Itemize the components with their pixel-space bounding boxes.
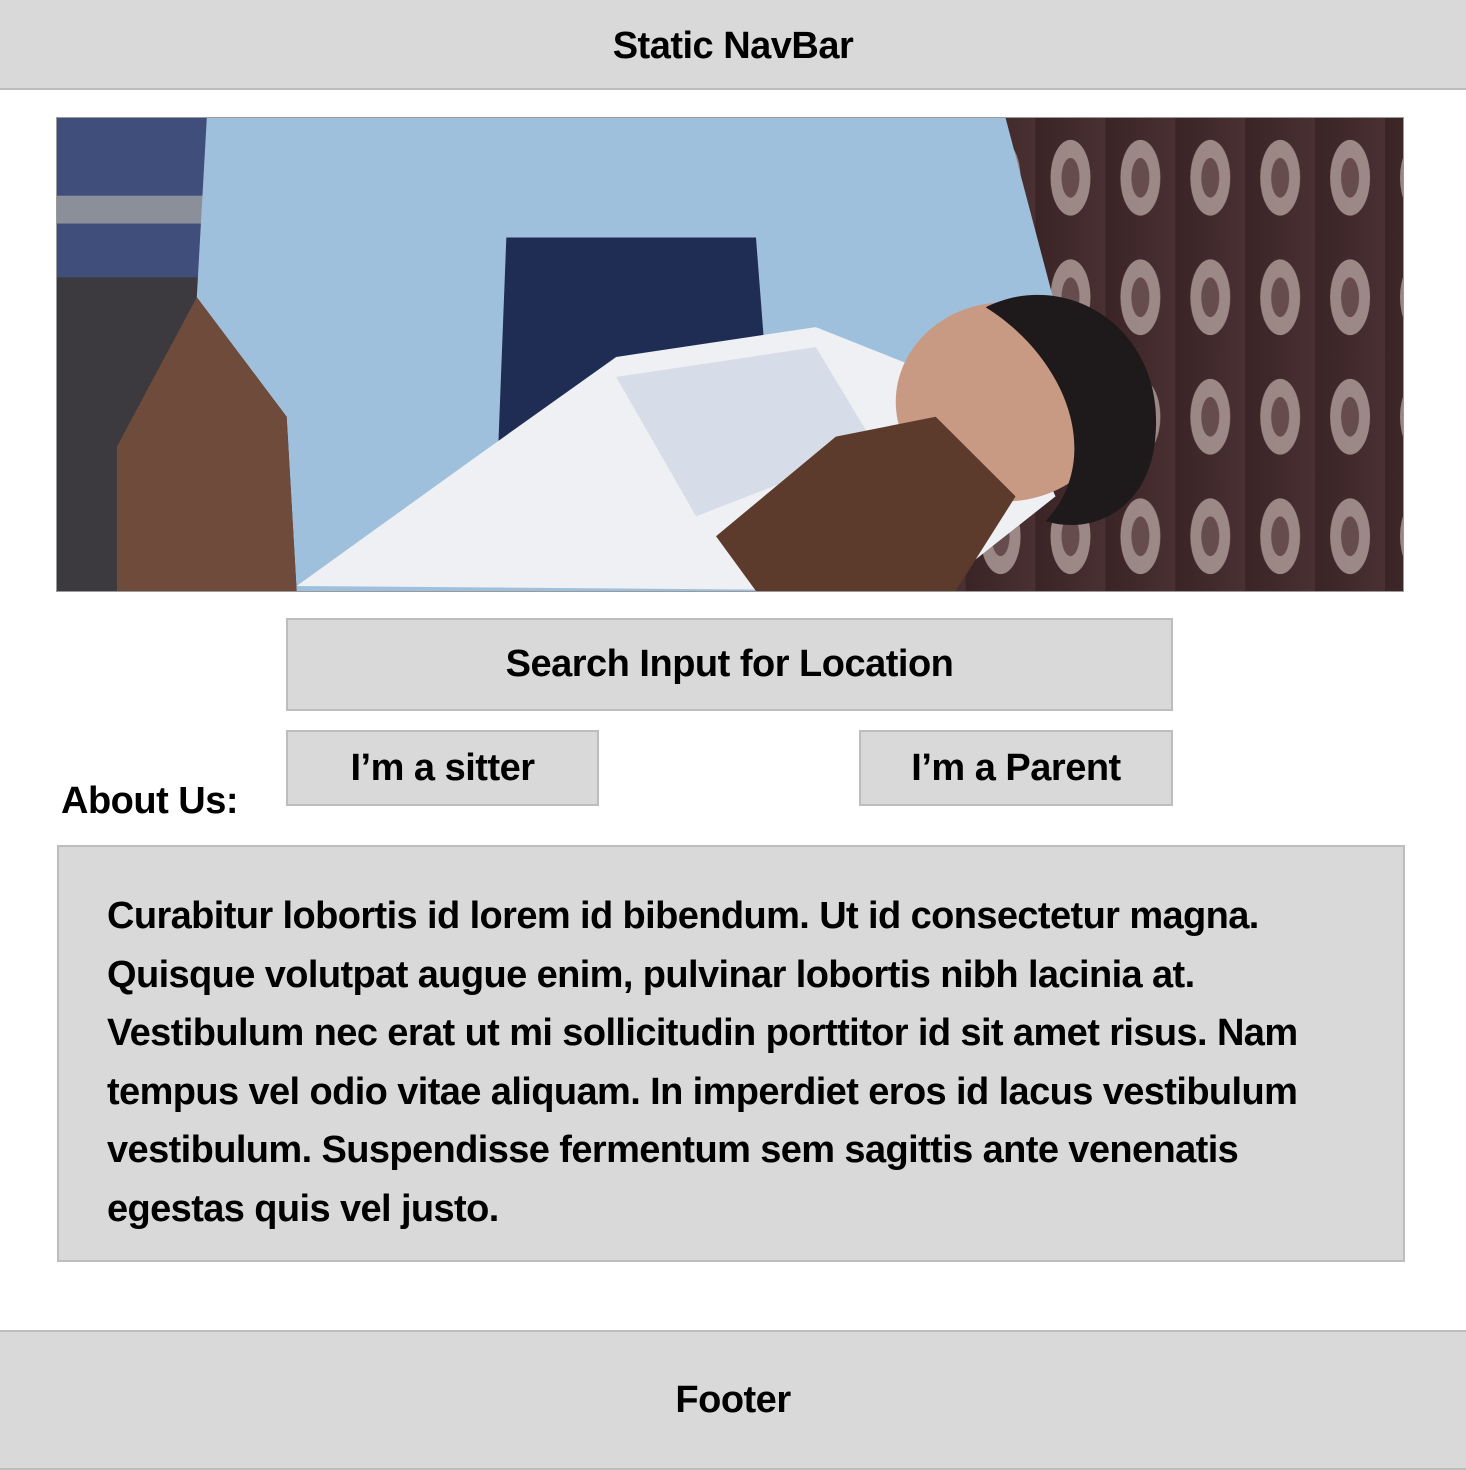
parent-button[interactable]: I’m a Parent (859, 730, 1173, 806)
hero-photo (56, 117, 1404, 592)
about-us-text: Curabitur lobortis id lorem id bibendum.… (107, 895, 1298, 1230)
about-us-heading: About Us: (61, 780, 239, 822)
about-us-text-box: Curabitur lobortis id lorem id bibendum.… (57, 845, 1405, 1262)
location-search-input[interactable]: Search Input for Location (286, 618, 1173, 711)
static-navbar: Static NavBar (0, 0, 1466, 90)
sitter-button[interactable]: I’m a sitter (286, 730, 599, 806)
hero-photo-image (57, 118, 1403, 591)
footer: Footer (0, 1330, 1466, 1470)
